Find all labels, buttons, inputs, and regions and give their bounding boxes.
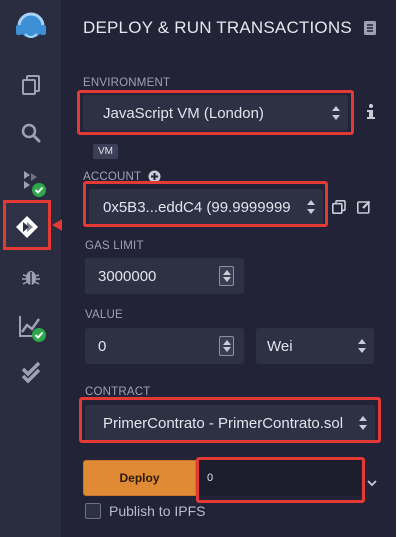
documentation-icon[interactable] bbox=[364, 21, 376, 40]
gas-limit-label: GAS LIMIT bbox=[85, 240, 144, 252]
number-stepper[interactable] bbox=[219, 266, 234, 286]
environment-label: ENVIRONMENT bbox=[83, 77, 171, 89]
value-amount: 0 bbox=[98, 337, 107, 355]
panel-title: DEPLOY & RUN TRANSACTIONS bbox=[83, 18, 352, 37]
vm-badge: VM bbox=[93, 144, 118, 159]
contract-highlight bbox=[79, 397, 381, 443]
deploy-run-icon[interactable] bbox=[0, 210, 54, 244]
unit-testing-icon[interactable] bbox=[0, 358, 62, 388]
gas-limit-input[interactable]: 3000000 bbox=[85, 258, 244, 294]
solidity-compiler-icon[interactable] bbox=[0, 165, 62, 199]
search-icon[interactable] bbox=[0, 118, 62, 148]
value-label: VALUE bbox=[85, 309, 123, 321]
deploy-run-panel: DEPLOY & RUN TRANSACTIONS ENVIRONMENT Ja… bbox=[62, 0, 396, 537]
chevron-updown-icon bbox=[358, 339, 366, 353]
deploy-input-highlight bbox=[196, 457, 365, 503]
value-input[interactable]: 0 bbox=[85, 328, 244, 364]
info-icon[interactable] bbox=[367, 104, 375, 125]
remix-logo-icon[interactable] bbox=[0, 8, 62, 48]
deploy-button[interactable]: Deploy bbox=[83, 460, 196, 496]
icon-sidebar bbox=[0, 0, 78, 537]
debugger-icon[interactable] bbox=[0, 262, 62, 292]
file-explorer-icon[interactable] bbox=[0, 70, 62, 100]
environment-highlight bbox=[77, 90, 354, 135]
number-stepper[interactable] bbox=[219, 336, 234, 356]
analysis-icon[interactable] bbox=[0, 310, 62, 344]
account-highlight bbox=[83, 181, 328, 227]
value-unit: Wei bbox=[267, 337, 293, 355]
value-unit-select[interactable]: Wei bbox=[256, 328, 374, 364]
gas-limit-value: 3000000 bbox=[98, 267, 157, 285]
publish-ipfs-checkbox[interactable] bbox=[85, 503, 101, 519]
edit-icon[interactable] bbox=[357, 200, 371, 219]
copy-icon[interactable] bbox=[332, 200, 346, 219]
chevron-down-icon[interactable] bbox=[367, 474, 377, 492]
publish-ipfs-label: Publish to IPFS bbox=[109, 503, 206, 519]
